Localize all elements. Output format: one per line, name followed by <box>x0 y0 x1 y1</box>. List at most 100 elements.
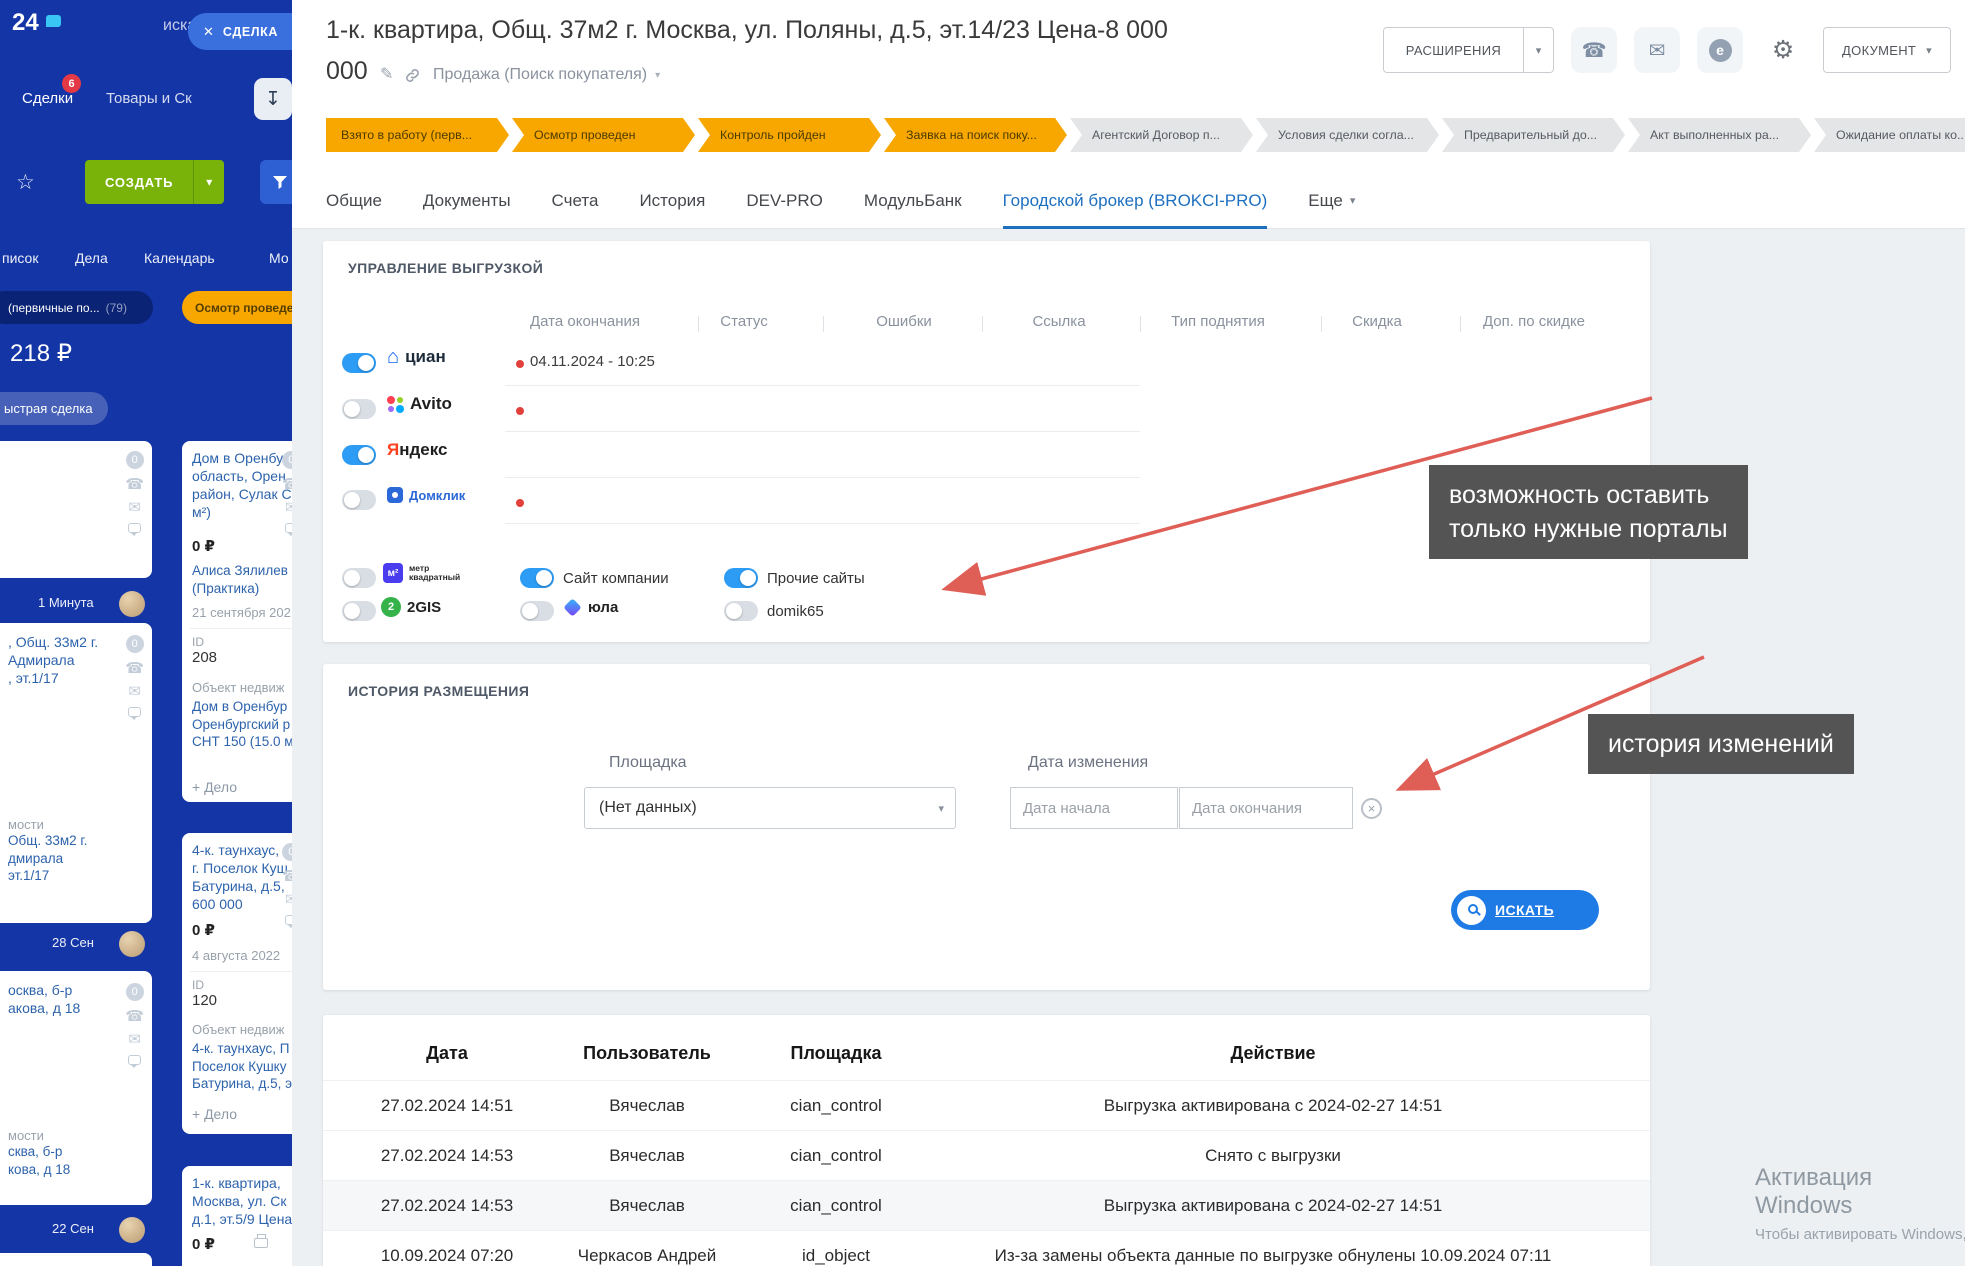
tab-more[interactable]: Еще ▾ <box>1308 177 1355 229</box>
deal-card[interactable]: Дом в Оренбу область, Орен район, Сулак … <box>182 441 292 802</box>
stage-chip[interactable]: Ожидание оплаты ко... <box>1814 118 1965 152</box>
tab-history[interactable]: История <box>639 177 705 229</box>
stage-chip[interactable]: Заявка на поиск поку... <box>884 118 1067 152</box>
mail-icon[interactable]: ✉ <box>128 1032 141 1047</box>
favorite-star-icon[interactable]: ☆ <box>16 170 35 195</box>
avito-logo[interactable]: Avito <box>387 394 452 414</box>
deal-card[interactable]: 4-к. таунхаус, г. Поселок Куш Батурина, … <box>182 833 292 1134</box>
mail-icon[interactable]: ✉ <box>285 500 292 515</box>
yula-logo[interactable]: юла <box>563 599 618 616</box>
extensions-button[interactable]: РАСШИРЕНИЯ ▾ <box>1383 27 1554 73</box>
phone-icon[interactable]: ☎ <box>282 869 292 884</box>
card-agent-link[interactable]: Алиса Зялилев <box>192 562 292 580</box>
toggle-yandex[interactable] <box>342 445 376 465</box>
chat-icon[interactable] <box>128 1055 141 1065</box>
close-icon[interactable]: ✕ <box>203 24 214 40</box>
chat-icon[interactable] <box>128 707 141 717</box>
add-activity-link[interactable]: + Дело <box>192 779 292 795</box>
card-title-line[interactable]: область, Орен <box>192 467 292 485</box>
card-title-line[interactable]: м²) <box>192 503 292 521</box>
tab-brokci-pro[interactable]: Городской брокер (BROKCI-PRO) <box>1003 177 1268 229</box>
toggle-2gis[interactable] <box>342 601 376 621</box>
stage-chip[interactable]: Предварительный до... <box>1442 118 1625 152</box>
stage-chip[interactable]: Условия сделки согла... <box>1256 118 1439 152</box>
deal-card[interactable]: 0 ☎ ✉ <box>0 441 152 578</box>
table-row[interactable]: 27.02.2024 14:53 Вячеслав cian_control В… <box>323 1180 1650 1230</box>
card-object-link[interactable]: Оренбургский р <box>192 716 292 734</box>
view-tab-list[interactable]: писок <box>2 250 38 266</box>
document-button[interactable]: ДОКУМЕНТ ▾ <box>1823 27 1951 73</box>
tab-invoices[interactable]: Счета <box>552 177 599 229</box>
table-row[interactable]: 27.02.2024 14:53 Вячеслав cian_control С… <box>323 1130 1650 1180</box>
chat-icon[interactable] <box>285 915 292 925</box>
call-button[interactable]: ☎ <box>1571 27 1617 73</box>
toggle-company-site[interactable] <box>520 568 554 588</box>
tab-documents[interactable]: Документы <box>423 177 511 229</box>
quick-deal-button[interactable]: ыстрая сделка <box>0 392 108 425</box>
deal-filter-chip[interactable]: ✕ СДЕЛКА <box>188 13 292 50</box>
date-end-input[interactable] <box>1179 787 1353 829</box>
card-title-line[interactable]: район, Сулак С <box>192 485 292 503</box>
card-agent-link[interactable]: (Практика) <box>192 580 292 598</box>
card-title-line[interactable]: Батурина, д.5, <box>192 877 292 895</box>
card-object-link[interactable]: Дом в Оренбур <box>192 698 292 716</box>
card-title-line[interactable]: 1-к. квартира, <box>192 1174 292 1192</box>
card-object-link[interactable]: Общ. 33м2 г. <box>8 832 122 850</box>
create-caret-icon[interactable]: ▾ <box>193 160 224 204</box>
cian-logo[interactable]: ⌂ циан <box>387 347 446 367</box>
yandex-logo[interactable]: Яндекс <box>387 440 447 460</box>
card-title-line[interactable]: 600 000 <box>192 895 292 913</box>
view-tab-more[interactable]: Мо <box>269 250 289 266</box>
2gis-logo[interactable]: 2 2GIS <box>381 597 441 617</box>
create-button[interactable]: СОЗДАТЬ ▾ <box>85 160 224 204</box>
deal-card[interactable]: осква, б-р акова, д 18 мости сква, б-р к… <box>0 971 152 1205</box>
card-title-line[interactable]: д.1, эт.5/9 Цена <box>192 1210 292 1228</box>
export-button[interactable]: ↧ <box>254 78 292 120</box>
m2-logo[interactable]: м² метрквадратный <box>383 563 460 583</box>
printer-icon[interactable] <box>254 1238 268 1248</box>
mail-icon[interactable]: ✉ <box>128 684 141 699</box>
tab-devpro[interactable]: DEV-PRO <box>746 177 823 229</box>
openlines-button[interactable]: e <box>1697 27 1743 73</box>
card-title-line[interactable]: , эт.1/17 <box>8 669 122 687</box>
card-title-line[interactable]: 4-к. таунхаус, <box>192 841 292 859</box>
date-start-input[interactable] <box>1010 787 1178 829</box>
deal-type-selector[interactable]: Продажа (Поиск покупателя) ▾ <box>433 66 660 84</box>
tab-modulbank[interactable]: МодульБанк <box>864 177 962 229</box>
stage-chip[interactable]: Агентский Договор п... <box>1070 118 1253 152</box>
view-tab-activities[interactable]: Дела <box>75 250 108 266</box>
stage-chip[interactable]: Контроль пройден <box>698 118 881 152</box>
card-object-link[interactable]: эт.1/17 <box>8 867 122 885</box>
card-object-link[interactable]: Поселок Кушку <box>192 1058 292 1076</box>
settings-button[interactable]: ⚙ <box>1760 27 1806 73</box>
avatar[interactable] <box>119 591 145 617</box>
card-title-line[interactable]: акова, д 18 <box>8 999 122 1017</box>
card-title-line[interactable]: , Общ. 33м2 г. <box>8 633 122 651</box>
tab-general[interactable]: Общие <box>326 177 382 229</box>
toggle-domclick[interactable] <box>342 490 376 510</box>
card-object-link[interactable]: сква, б-р <box>8 1143 122 1161</box>
view-tab-calendar[interactable]: Календарь <box>144 250 215 266</box>
card-object-link[interactable]: 4-к. таунхаус, П <box>192 1040 292 1058</box>
phone-icon[interactable]: ☎ <box>125 661 144 676</box>
platform-select[interactable]: (Нет данных) ▾ <box>584 787 956 829</box>
domclick-logo[interactable]: Домклик <box>387 487 465 503</box>
add-activity-link[interactable]: + Дело <box>192 1106 292 1122</box>
mail-icon[interactable]: ✉ <box>128 500 141 515</box>
kanban-column-header-inspection[interactable]: Осмотр проведе <box>182 291 292 324</box>
mail-icon[interactable]: ✉ <box>285 892 292 907</box>
toggle-yula[interactable] <box>520 601 554 621</box>
deal-card[interactable]: , Общ. 33м2 г. Адмирала , эт.1/17 мости … <box>0 623 152 923</box>
card-title-line[interactable]: осква, б-р <box>8 981 122 999</box>
filter-button[interactable] <box>260 160 292 204</box>
card-title-line[interactable]: г. Поселок Куш <box>192 859 292 877</box>
clear-dates-button[interactable]: × <box>1361 798 1382 819</box>
toggle-other-sites[interactable] <box>724 568 758 588</box>
card-title-line[interactable]: Дом в Оренбу <box>192 449 292 467</box>
card-object-link[interactable]: дмирала <box>8 850 122 868</box>
phone-icon[interactable]: ☎ <box>125 1009 144 1024</box>
phone-icon[interactable]: ☎ <box>125 477 144 492</box>
card-title-line[interactable]: Адмирала <box>8 651 122 669</box>
chat-icon[interactable] <box>285 523 292 533</box>
email-button[interactable]: ✉ <box>1634 27 1680 73</box>
